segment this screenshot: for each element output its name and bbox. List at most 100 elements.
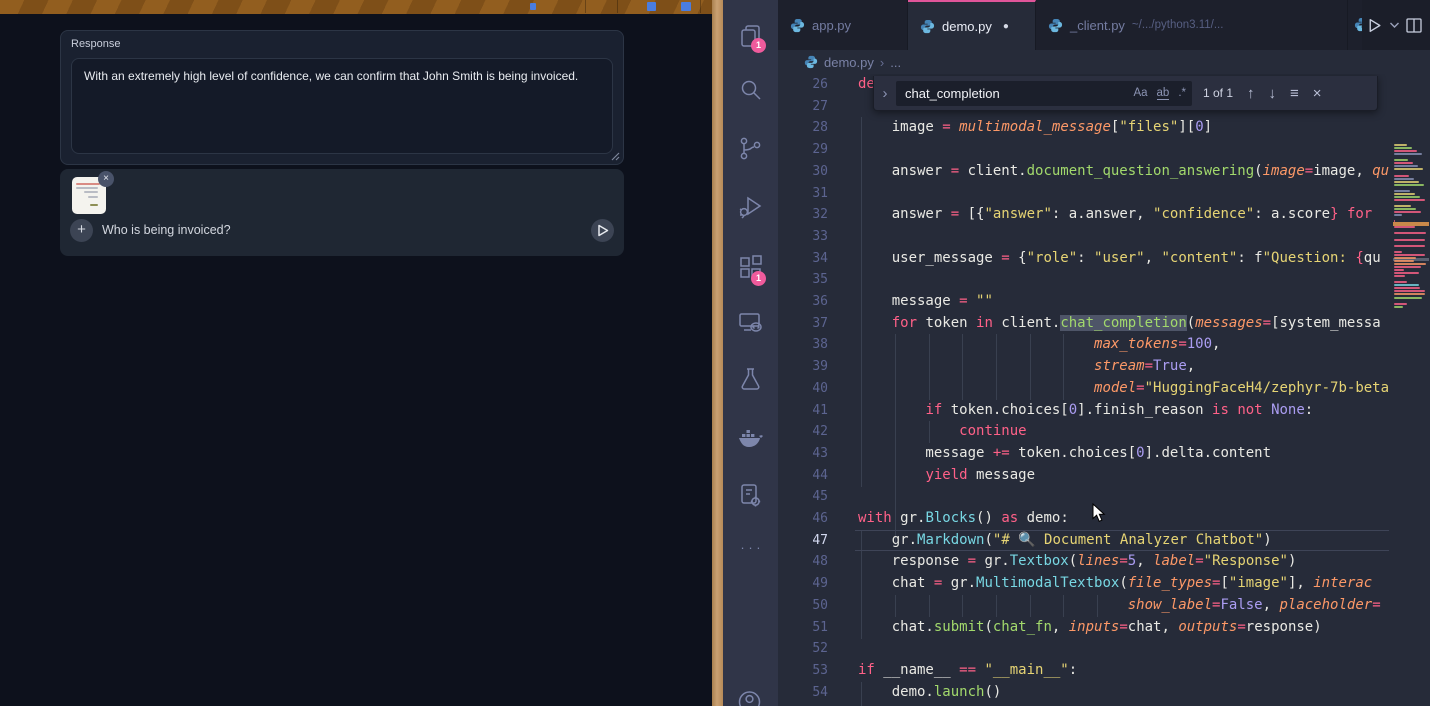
line-number: 50 xyxy=(778,595,828,617)
response-textarea[interactable]: With an extremely high level of confiden… xyxy=(71,58,613,154)
run-dropdown-chevron-icon[interactable] xyxy=(1389,21,1400,29)
minimap-line xyxy=(1394,196,1420,198)
desktop-gap xyxy=(712,0,723,706)
run-debug-icon[interactable] xyxy=(737,193,764,220)
code-line[interactable]: 29 xyxy=(778,139,1430,161)
attachment-close-button[interactable]: × xyxy=(98,171,114,187)
line-number: 51 xyxy=(778,617,828,639)
line-number: 37 xyxy=(778,313,828,335)
line-number: 46 xyxy=(778,508,828,530)
code-line[interactable]: 44 yield message xyxy=(778,465,1430,487)
chat-message-input[interactable]: Who is being invoiced? xyxy=(102,223,231,237)
line-number: 42 xyxy=(778,421,828,443)
code-line[interactable]: 38 max_tokens=100, xyxy=(778,334,1430,356)
code-line[interactable]: 50 show_label=False, placeholder= xyxy=(778,595,1430,617)
minimap-line xyxy=(1394,165,1418,167)
modified-dot-icon[interactable]: ● xyxy=(1003,21,1009,32)
code-editor[interactable]: 26de2728 image = multimodal_message["fil… xyxy=(778,74,1430,706)
code-line[interactable]: 39 stream=True, xyxy=(778,356,1430,378)
minimap-line xyxy=(1394,168,1423,170)
code-line[interactable]: 41 if token.choices[0].finish_reason is … xyxy=(778,400,1430,422)
more-actions-icon[interactable]: · · · xyxy=(737,540,764,567)
line-number: 27 xyxy=(778,96,828,118)
docker-icon[interactable] xyxy=(737,424,764,451)
tab-client-py[interactable]: _client.py ~/.../python3.11/... xyxy=(1036,0,1348,50)
code-line[interactable]: 31 xyxy=(778,183,1430,205)
breadcrumb-more[interactable]: ... xyxy=(890,55,901,70)
minimap-line xyxy=(1394,254,1425,256)
find-in-selection-toggle[interactable]: ≡ xyxy=(1290,85,1299,102)
code-line[interactable]: 35 xyxy=(778,269,1430,291)
python-file-icon xyxy=(804,55,818,69)
previous-match-button[interactable]: ↑ xyxy=(1247,85,1255,102)
minimap-line xyxy=(1394,290,1425,292)
code-line[interactable]: 53if __name__ == "__main__": xyxy=(778,660,1430,682)
resize-handle-icon[interactable] xyxy=(610,151,620,161)
minimap-line xyxy=(1394,281,1407,283)
code-line[interactable]: 49 chat = gr.MultimodalTextbox(file_type… xyxy=(778,573,1430,595)
titlebar-separator xyxy=(617,0,618,13)
line-number: 54 xyxy=(778,682,828,704)
code-line[interactable]: 28 image = multimodal_message["files"][0… xyxy=(778,117,1430,139)
task-runner-icon[interactable] xyxy=(737,482,764,509)
next-match-button[interactable]: ↓ xyxy=(1269,85,1277,102)
find-query-text[interactable]: chat_completion xyxy=(905,86,1124,101)
code-line[interactable]: 54 demo.launch() xyxy=(778,682,1430,704)
code-line[interactable]: 42 continue xyxy=(778,421,1430,443)
line-number: 30 xyxy=(778,161,828,183)
code-line[interactable]: 33 xyxy=(778,226,1430,248)
code-line[interactable]: 48 response = gr.Textbox(lines=5, label=… xyxy=(778,551,1430,573)
search-icon[interactable] xyxy=(737,77,764,104)
code-line[interactable]: 36 message = "" xyxy=(778,291,1430,313)
minimap-line xyxy=(1394,293,1425,295)
breadcrumb[interactable]: demo.py › ... xyxy=(778,50,1430,74)
code-line[interactable]: 32 answer = [{"answer": a.answer, "confi… xyxy=(778,204,1430,226)
explorer-badge: 1 xyxy=(751,38,766,53)
line-number: 35 xyxy=(778,269,828,291)
minimap-line xyxy=(1394,287,1420,289)
send-button[interactable] xyxy=(591,219,614,242)
editor-group: app.py demo.py ● _client.py ~/.../python… xyxy=(778,0,1430,706)
minimap[interactable] xyxy=(1391,74,1430,706)
minimap-line xyxy=(1394,272,1419,274)
remote-explorer-icon[interactable] xyxy=(737,309,764,336)
breadcrumb-file[interactable]: demo.py xyxy=(824,55,874,70)
titlebar-favicon xyxy=(681,2,691,11)
whole-word-toggle[interactable]: ab xyxy=(1157,87,1170,100)
line-number: 40 xyxy=(778,378,828,400)
minimap-line xyxy=(1394,205,1411,207)
code-line[interactable]: 37 for token in client.chat_completion(m… xyxy=(778,313,1430,335)
tab-overflow-sliver[interactable] xyxy=(1348,0,1362,50)
regex-toggle[interactable]: .* xyxy=(1178,87,1186,99)
line-number: 47 xyxy=(778,530,828,552)
code-line[interactable]: 43 message += token.choices[0].delta.con… xyxy=(778,443,1430,465)
code-line[interactable]: 52 xyxy=(778,638,1430,660)
tab-label: demo.py xyxy=(942,19,992,34)
code-line[interactable]: 51 chat.submit(chat_fn, inputs=chat, out… xyxy=(778,617,1430,639)
line-number: 43 xyxy=(778,443,828,465)
code-line[interactable]: 30 answer = client.document_question_ans… xyxy=(778,161,1430,183)
code-line[interactable]: 34 user_message = {"role": "user", "cont… xyxy=(778,248,1430,270)
line-number: 52 xyxy=(778,638,828,660)
code-line[interactable]: 47 gr.Markdown("# 🔍 Document Analyzer Ch… xyxy=(778,530,1430,552)
add-attachment-button[interactable]: + xyxy=(70,219,93,242)
python-file-icon xyxy=(790,18,805,33)
code-line[interactable]: 40 model="HuggingFaceH4/zephyr-7b-beta xyxy=(778,378,1430,400)
account-icon[interactable] xyxy=(736,691,763,706)
vscode-window: 1 1 xyxy=(723,0,1430,706)
minimap-line xyxy=(1394,199,1425,201)
toggle-replace-chevron-icon[interactable]: › xyxy=(874,85,896,102)
find-input[interactable]: chat_completion Aa ab .* xyxy=(896,81,1192,106)
close-find-button[interactable]: × xyxy=(1313,85,1322,102)
minimap-line xyxy=(1394,266,1421,268)
minimap-line xyxy=(1394,257,1416,259)
split-editor-button[interactable] xyxy=(1406,18,1422,33)
run-python-file-button[interactable] xyxy=(1366,17,1383,34)
source-control-icon[interactable] xyxy=(737,135,764,162)
tab-app-py[interactable]: app.py xyxy=(778,0,908,50)
line-number: 31 xyxy=(778,183,828,205)
tab-demo-py[interactable]: demo.py ● xyxy=(908,0,1036,50)
match-case-toggle[interactable]: Aa xyxy=(1133,87,1147,99)
line-number: 29 xyxy=(778,139,828,161)
testing-flask-icon[interactable] xyxy=(737,366,764,393)
